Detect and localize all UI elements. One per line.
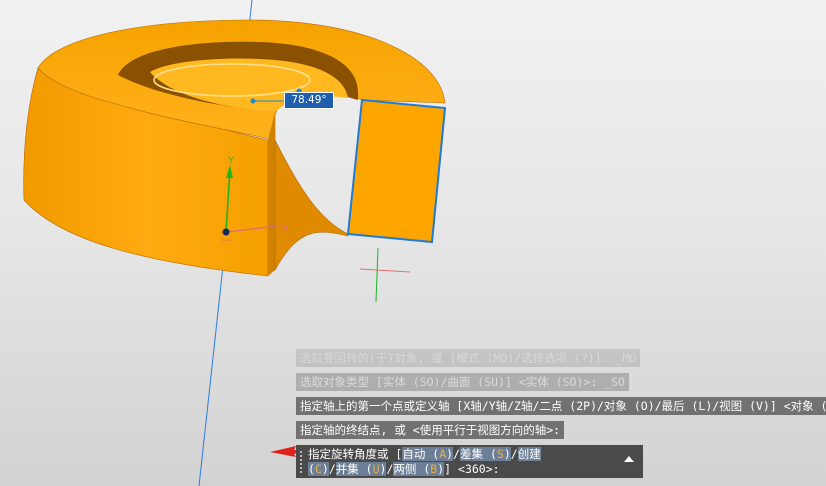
prompt-line-1: 指定旋转角度或 [自动 (A)/差集 (S)/创建 [308, 447, 541, 461]
prompt-default: <360>: [458, 462, 500, 476]
option-both-sides[interactable]: 两侧 (B) [393, 462, 445, 476]
command-prompt[interactable]: 指定旋转角度或 [自动 (A)/差集 (S)/创建 (C)/并集 (U)/两侧 … [296, 445, 643, 478]
gizmo-x-label: X [282, 223, 289, 234]
selected-profile-face[interactable] [346, 98, 447, 244]
option-auto[interactable]: 自动 (A) [402, 447, 454, 461]
gizmo-origin [222, 228, 230, 236]
cursor-crosshair-h [359, 268, 411, 273]
prompt-text: 指定旋转角度或 [ [308, 447, 403, 461]
command-history-line: 指定轴的终结点, 或 <使用平行于视图方向的轴>: [296, 421, 565, 439]
option-subtract[interactable]: 差集 (S) [460, 447, 511, 461]
option-union[interactable]: 并集 (U) [335, 462, 387, 476]
prompt-line-2: (C)/并集 (U)/两侧 (B)] <360>: [308, 462, 500, 476]
option-create[interactable]: 创建 [517, 447, 541, 461]
command-history-line: 选取对象类型 [实体 (SO)/曲面 (SU)] <实体 (SO)>: _SO [296, 373, 629, 391]
angle-center-point [250, 98, 256, 104]
angle-input-field[interactable]: 78.49° [284, 92, 334, 109]
command-history-line: 指定轴上的第一个点或定义轴 [X轴/Y轴/Z轴/二点 (2P)/对象 (O)/最… [296, 397, 826, 415]
drag-handle[interactable] [300, 451, 304, 473]
option-create-key[interactable]: (C) [308, 462, 329, 476]
gizmo-y-label: Y [228, 155, 234, 165]
command-history-line: 选取要回转的(于)对象, 或 [模式 (MO)/选择选项 (?)]: _MO [296, 349, 641, 367]
ring-cut-face-left[interactable] [268, 112, 275, 276]
cursor-crosshair-v [375, 247, 379, 303]
ring-inner-curve-wall[interactable] [274, 139, 349, 272]
expand-up-icon[interactable] [623, 454, 635, 464]
